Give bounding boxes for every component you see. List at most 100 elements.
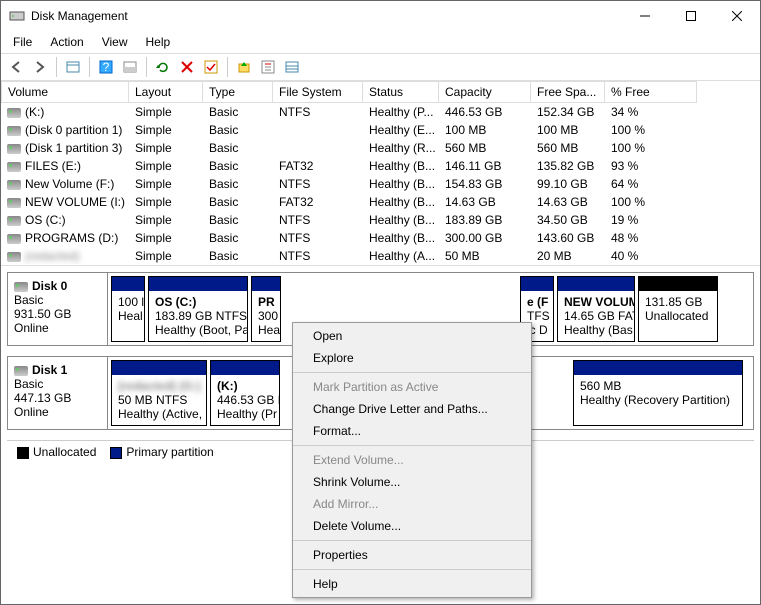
cell: FILES (E:): [1, 158, 129, 174]
volume-icon: [7, 126, 21, 136]
cell: 64 %: [605, 176, 697, 192]
menubar: File Action View Help: [1, 31, 760, 53]
ctx-change-letter[interactable]: Change Drive Letter and Paths...: [293, 398, 531, 420]
cell: Healthy (P...: [363, 104, 439, 120]
cell: Basic: [203, 194, 273, 210]
check-button[interactable]: [200, 56, 222, 78]
back-button[interactable]: [5, 56, 27, 78]
menu-action[interactable]: Action: [42, 33, 91, 51]
cell: Healthy (B...: [363, 212, 439, 228]
ctx-delete[interactable]: Delete Volume...: [293, 515, 531, 537]
partition[interactable]: 100 lHeal: [111, 276, 145, 342]
ctx-mark-active: Mark Partition as Active: [293, 376, 531, 398]
volume-icon: [7, 162, 21, 172]
ctx-shrink[interactable]: Shrink Volume...: [293, 471, 531, 493]
legend-unallocated: Unallocated: [17, 445, 96, 459]
cell: 135.82 GB: [531, 158, 605, 174]
cell: Simple: [129, 122, 203, 138]
cell: Basic: [203, 212, 273, 228]
ctx-help[interactable]: Help: [293, 573, 531, 595]
table-row[interactable]: NEW VOLUME (I:)SimpleBasicFAT32Healthy (…: [1, 193, 760, 211]
ctx-properties[interactable]: Properties: [293, 544, 531, 566]
partition[interactable]: NEW VOLUM14.65 GB FATHealthy (Bas: [557, 276, 635, 342]
cell: 48 %: [605, 230, 697, 246]
cell: (redacted): [1, 248, 129, 264]
up-button[interactable]: [233, 56, 255, 78]
minimize-button[interactable]: [622, 1, 668, 31]
col-pct[interactable]: % Free: [605, 81, 697, 103]
col-layout[interactable]: Layout: [129, 81, 203, 103]
cell: 446.53 GB: [439, 104, 531, 120]
grid-body: (K:)SimpleBasicNTFSHealthy (P...446.53 G…: [1, 103, 760, 265]
ctx-format[interactable]: Format...: [293, 420, 531, 442]
close-button[interactable]: [714, 1, 760, 31]
table-row[interactable]: PROGRAMS (D:)SimpleBasicNTFSHealthy (B..…: [1, 229, 760, 247]
partition[interactable]: PR300Hea: [251, 276, 281, 342]
cell: [273, 140, 363, 156]
table-row[interactable]: (redacted)SimpleBasicNTFSHealthy (A...50…: [1, 247, 760, 265]
help-button[interactable]: ?: [95, 56, 117, 78]
cell: NTFS: [273, 248, 363, 264]
refresh-button[interactable]: [152, 56, 174, 78]
delete-button[interactable]: [176, 56, 198, 78]
context-menu: Open Explore Mark Partition as Active Ch…: [292, 322, 532, 598]
col-type[interactable]: Type: [203, 81, 273, 103]
properties-button[interactable]: [257, 56, 279, 78]
menu-view[interactable]: View: [94, 33, 136, 51]
col-free[interactable]: Free Spa...: [531, 81, 605, 103]
volume-grid: Volume Layout Type File System Status Ca…: [1, 81, 760, 266]
menu-help[interactable]: Help: [138, 33, 179, 51]
cell: 100 MB: [439, 122, 531, 138]
cell: 300.00 GB: [439, 230, 531, 246]
cell: Healthy (B...: [363, 158, 439, 174]
list-button[interactable]: [281, 56, 303, 78]
cell: 20 MB: [531, 248, 605, 264]
disk-icon: [14, 366, 28, 376]
partition[interactable]: OS (C:)183.89 GB NTFSHealthy (Boot, Pa: [148, 276, 248, 342]
cell: Simple: [129, 140, 203, 156]
cell: NTFS: [273, 176, 363, 192]
col-fs[interactable]: File System: [273, 81, 363, 103]
cell: 560 MB: [439, 140, 531, 156]
volume-icon: [7, 216, 21, 226]
partition[interactable]: 560 MBHealthy (Recovery Partition): [573, 360, 743, 426]
grid-header: Volume Layout Type File System Status Ca…: [1, 81, 760, 103]
col-volume[interactable]: Volume: [1, 81, 129, 103]
legend-primary: Primary partition: [110, 445, 213, 459]
cell: [273, 122, 363, 138]
col-capacity[interactable]: Capacity: [439, 81, 531, 103]
partition[interactable]: 131.85 GBUnallocated: [638, 276, 718, 342]
app-icon: [9, 8, 25, 24]
svg-text:?: ?: [103, 60, 110, 74]
col-status[interactable]: Status: [363, 81, 439, 103]
cell: Healthy (B...: [363, 194, 439, 210]
table-row[interactable]: (Disk 1 partition 3)SimpleBasicHealthy (…: [1, 139, 760, 157]
partition[interactable]: (redacted) (G:)50 MB NTFSHealthy (Active…: [111, 360, 207, 426]
maximize-button[interactable]: [668, 1, 714, 31]
panel-button[interactable]: [119, 56, 141, 78]
cell: 560 MB: [531, 140, 605, 156]
cell: Simple: [129, 194, 203, 210]
menu-file[interactable]: File: [5, 33, 40, 51]
table-row[interactable]: New Volume (F:)SimpleBasicNTFSHealthy (B…: [1, 175, 760, 193]
volume-icon: [7, 180, 21, 190]
titlebar: Disk Management: [1, 1, 760, 31]
partition[interactable]: (K:)446.53 GB NHealthy (Pr: [210, 360, 280, 426]
table-row[interactable]: FILES (E:)SimpleBasicFAT32Healthy (B...1…: [1, 157, 760, 175]
volume-icon: [7, 252, 21, 262]
cell: 152.34 GB: [531, 104, 605, 120]
show-hide-button[interactable]: [62, 56, 84, 78]
cell: (Disk 1 partition 3): [1, 140, 129, 156]
cell: Basic: [203, 158, 273, 174]
cell: 100 %: [605, 122, 697, 138]
ctx-explore[interactable]: Explore: [293, 347, 531, 369]
ctx-mirror: Add Mirror...: [293, 493, 531, 515]
table-row[interactable]: OS (C:)SimpleBasicNTFSHealthy (B...183.8…: [1, 211, 760, 229]
ctx-open[interactable]: Open: [293, 325, 531, 347]
cell: FAT32: [273, 194, 363, 210]
table-row[interactable]: (K:)SimpleBasicNTFSHealthy (P...446.53 G…: [1, 103, 760, 121]
forward-button[interactable]: [29, 56, 51, 78]
cell: Simple: [129, 176, 203, 192]
cell: 154.83 GB: [439, 176, 531, 192]
table-row[interactable]: (Disk 0 partition 1)SimpleBasicHealthy (…: [1, 121, 760, 139]
